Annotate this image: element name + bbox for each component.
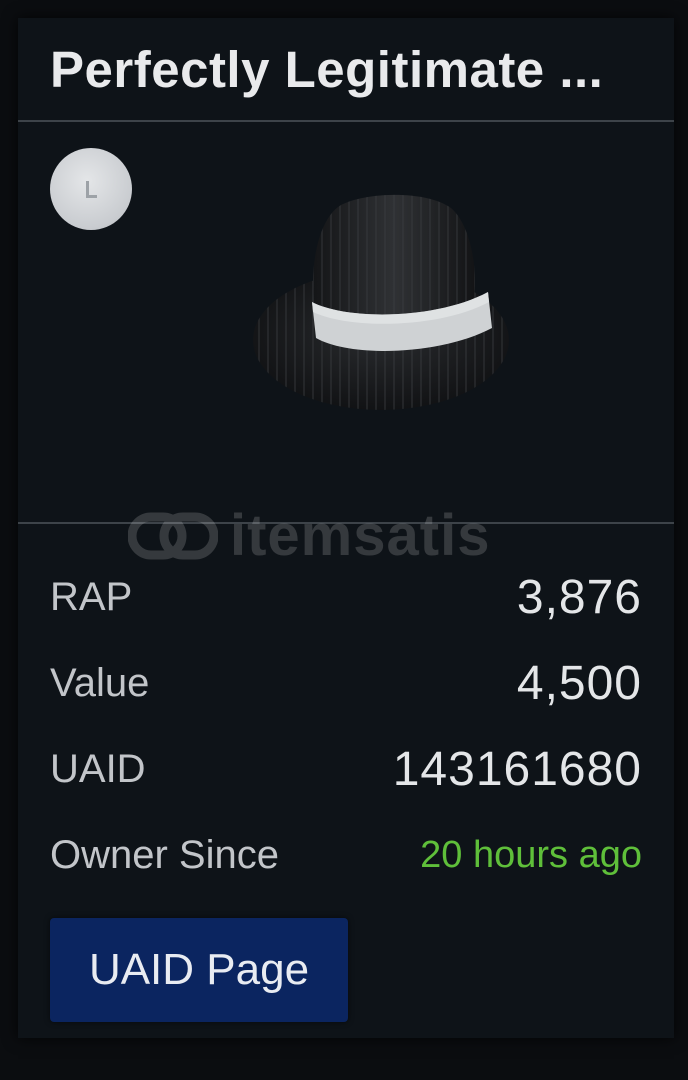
stat-row-rap: RAP 3,876: [50, 554, 642, 640]
value-label: Value: [50, 660, 150, 705]
rap-value: 3,876: [516, 570, 642, 624]
uaid-page-button[interactable]: UAID Page: [50, 918, 348, 1022]
uaid-value: 143161680: [392, 742, 642, 796]
value-value: 4,500: [516, 656, 642, 710]
uaid-label: UAID: [50, 746, 146, 791]
owner-since-label: Owner Since: [50, 832, 279, 877]
item-title[interactable]: Perfectly Legitimate ...: [50, 40, 603, 99]
item-stats: RAP 3,876 Value 4,500 UAID 143161680 Own…: [18, 524, 674, 1022]
item-image-area: [18, 122, 674, 524]
stat-row-owner-since: Owner Since 20 hours ago: [50, 812, 642, 898]
title-bar: Perfectly Legitimate ...: [18, 18, 674, 122]
stat-row-uaid: UAID 143161680: [50, 726, 642, 812]
stat-row-value: Value 4,500: [50, 640, 642, 726]
rap-label: RAP: [50, 574, 133, 619]
fedora-hat-icon: [253, 194, 509, 410]
limited-glyph: [85, 180, 97, 198]
owner-since-value: 20 hours ago: [420, 833, 642, 876]
limited-badge-icon: [50, 148, 132, 230]
item-card: Perfectly Legitimate ... RAP 3,876 Value…: [18, 18, 674, 1038]
